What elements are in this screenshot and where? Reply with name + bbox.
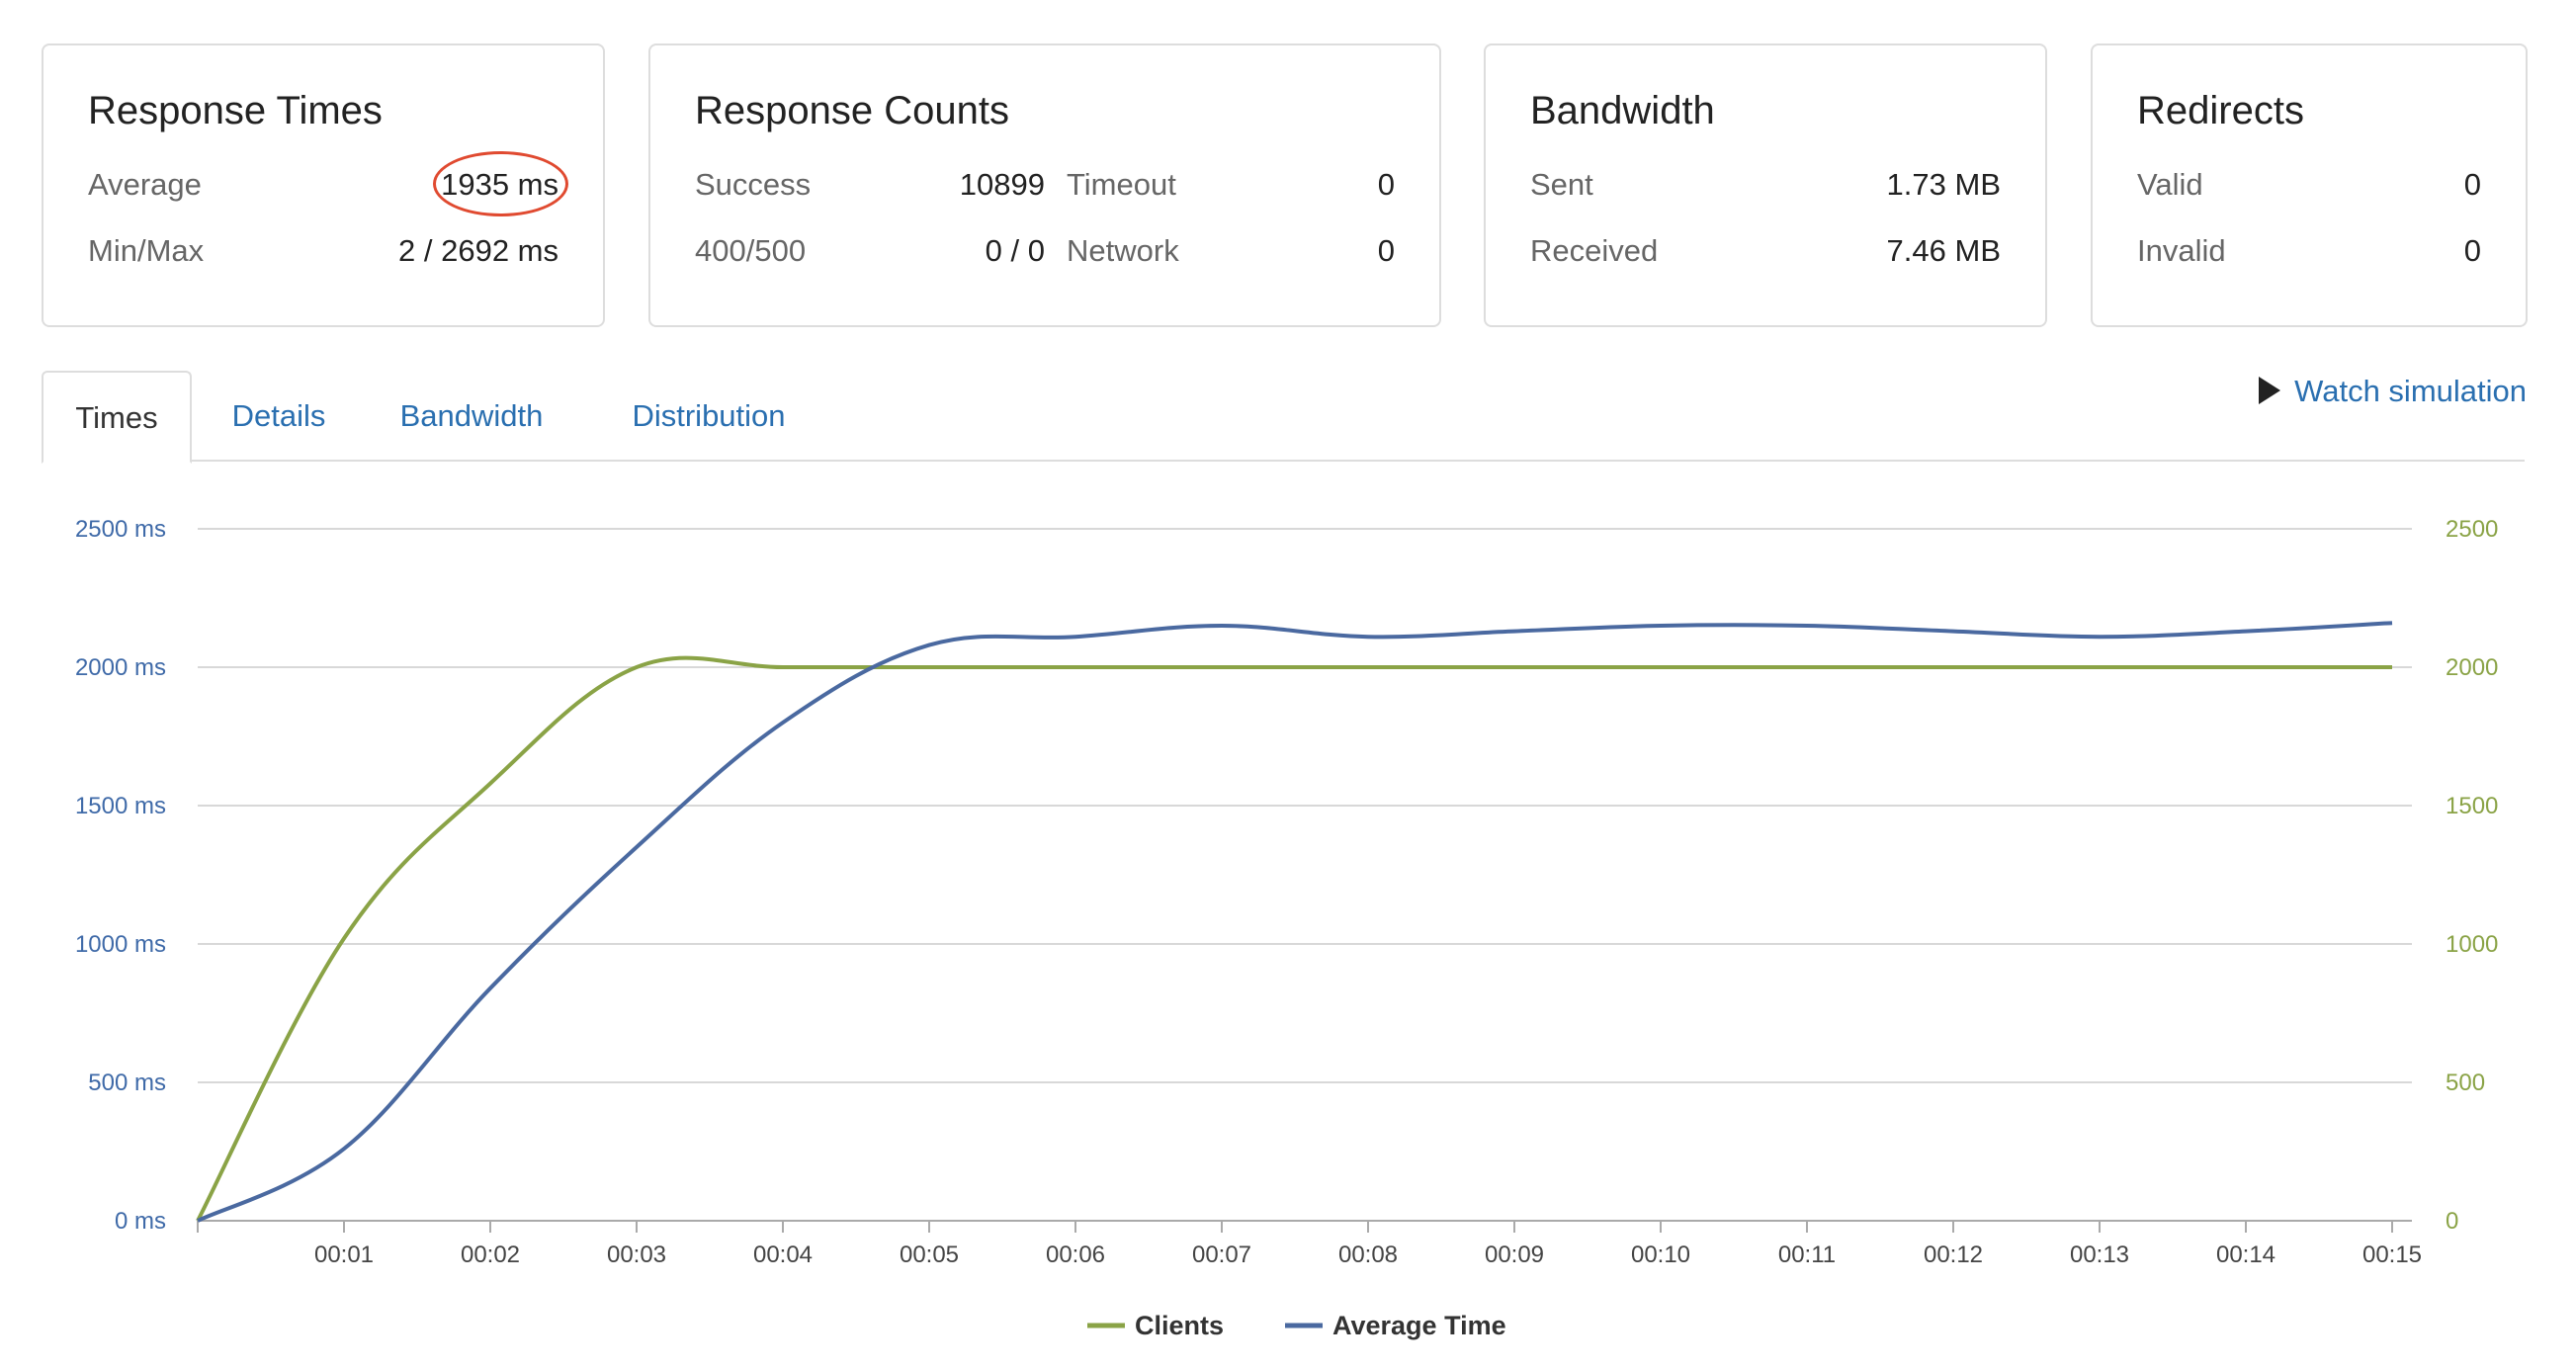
tab-bandwidth[interactable]: Bandwidth (378, 371, 565, 462)
y-tick-label-right: 2500 (2446, 516, 2498, 543)
timeout-label: Timeout (1067, 167, 1176, 202)
minmax-value: 2 / 2692 ms (398, 233, 558, 268)
y-tick-label-left: 1000 ms (75, 931, 166, 958)
bandwidth-card: Bandwidth Sent 1.73 MB Received 7.46 MB (1484, 43, 2047, 327)
tab-times[interactable]: Times (42, 371, 192, 464)
x-tick-label: 00:09 (1485, 1242, 1544, 1268)
x-tick-label: 00:03 (607, 1242, 666, 1268)
valid-value: 0 (2463, 167, 2481, 202)
x-tick-label: 00:13 (2070, 1242, 2129, 1268)
series-line-average-time (197, 621, 2393, 1223)
legend-label-average-time: Average Time (1332, 1311, 1506, 1340)
average-label: Average (88, 167, 202, 202)
legend-label-clients: Clients (1135, 1311, 1224, 1340)
received-row: Received 7.46 MB (1530, 233, 2001, 273)
invalid-label: Invalid (2137, 233, 2226, 268)
timeout-value: 0 (1377, 167, 1395, 202)
errors-label: 400/500 (695, 233, 807, 268)
x-tick-label: 00:07 (1192, 1242, 1251, 1268)
invalid-value: 0 (2463, 233, 2481, 268)
received-value: 7.46 MB (1886, 233, 2001, 268)
card-title: Response Times (88, 89, 383, 132)
sent-label: Sent (1530, 167, 1593, 202)
x-tick-label: 00:10 (1631, 1242, 1690, 1268)
tab-distribution[interactable]: Distribution (595, 371, 822, 462)
times-chart-svg: 0 ms 0 500 ms 500 1000 ms 1000 1500 ms 1500 2000… (75, 516, 2498, 1340)
summary-cards: Response Times Average 1935 ms Min/Max 2… (42, 43, 2576, 327)
card-title: Redirects (2137, 89, 2304, 132)
redirects-card: Redirects Valid 0 Invalid 0 (2091, 43, 2528, 327)
series-line-clients (196, 655, 2392, 1222)
y-tick-label-right: 1500 (2446, 793, 2498, 819)
y-tick-label-left: 1500 ms (75, 793, 166, 819)
x-tick-label: 00:12 (1924, 1242, 1983, 1268)
x-tick-label: 00:14 (2216, 1242, 2275, 1268)
minmax-label: Min/Max (88, 233, 205, 268)
y-tick-label-left: 2000 ms (75, 654, 166, 681)
x-tick-label: 00:05 (900, 1242, 959, 1268)
card-title: Response Counts (695, 89, 1009, 132)
average-row: Average 1935 ms (88, 151, 568, 216)
card-title: Bandwidth (1530, 89, 1715, 132)
watch-simulation-label: Watch simulation (2294, 374, 2527, 408)
x-tick-label: 00:06 (1046, 1242, 1105, 1268)
watch-simulation-link[interactable]: Watch simulation (2259, 374, 2527, 409)
network-value: 0 (1377, 233, 1395, 268)
y-tick-label-right: 2000 (2446, 654, 2498, 681)
sent-value: 1.73 MB (1886, 167, 2001, 202)
response-counts-card: Response Counts Success 10899 Timeout 0 … (648, 43, 1441, 327)
response-times-card: Response Times Average 1935 ms Min/Max 2… (42, 43, 605, 327)
invalid-row: Invalid 0 (2137, 233, 2481, 273)
valid-row: Valid 0 (2137, 167, 2481, 207)
sent-row: Sent 1.73 MB (1530, 167, 2001, 207)
x-tick-label: 00:01 (314, 1242, 374, 1268)
success-value: 10899 (959, 167, 1045, 202)
y-tick-label-right: 500 (2446, 1070, 2485, 1096)
tab-details[interactable]: Details (210, 371, 348, 462)
valid-label: Valid (2137, 167, 2203, 202)
minmax-row: Min/Max 2 / 2692 ms (88, 233, 558, 273)
average-value-highlight: 1935 ms (433, 151, 568, 216)
x-tick-label: 00:11 (1778, 1242, 1836, 1268)
play-icon (2259, 377, 2281, 404)
errors-network-row: 400/500 0 / 0 Network 0 (695, 233, 1395, 273)
network-label: Network (1067, 233, 1179, 268)
x-tick-label: 00:08 (1338, 1242, 1398, 1268)
errors-value: 0 / 0 (985, 233, 1045, 268)
y-tick-label-right: 1000 (2446, 931, 2498, 958)
x-tick-label: 00:15 (2362, 1242, 2422, 1268)
y-tick-label-left: 2500 ms (75, 516, 166, 543)
x-tick-label: 00:04 (753, 1242, 813, 1268)
x-tick-label: 00:02 (461, 1242, 520, 1268)
y-tick-label-right: 0 (2446, 1208, 2458, 1235)
chart-tabs: Times Details Bandwidth Distribution (42, 371, 2525, 464)
times-chart: 0 ms 0 500 ms 500 1000 ms 1000 1500 ms 1500 2000… (0, 474, 2576, 1370)
success-label: Success (695, 167, 812, 202)
average-value: 1935 ms (433, 151, 568, 216)
y-tick-label-left: 0 ms (115, 1208, 166, 1235)
y-tick-label-left: 500 ms (88, 1070, 166, 1096)
success-timeout-row: Success 10899 Timeout 0 (695, 167, 1395, 207)
received-label: Received (1530, 233, 1659, 268)
